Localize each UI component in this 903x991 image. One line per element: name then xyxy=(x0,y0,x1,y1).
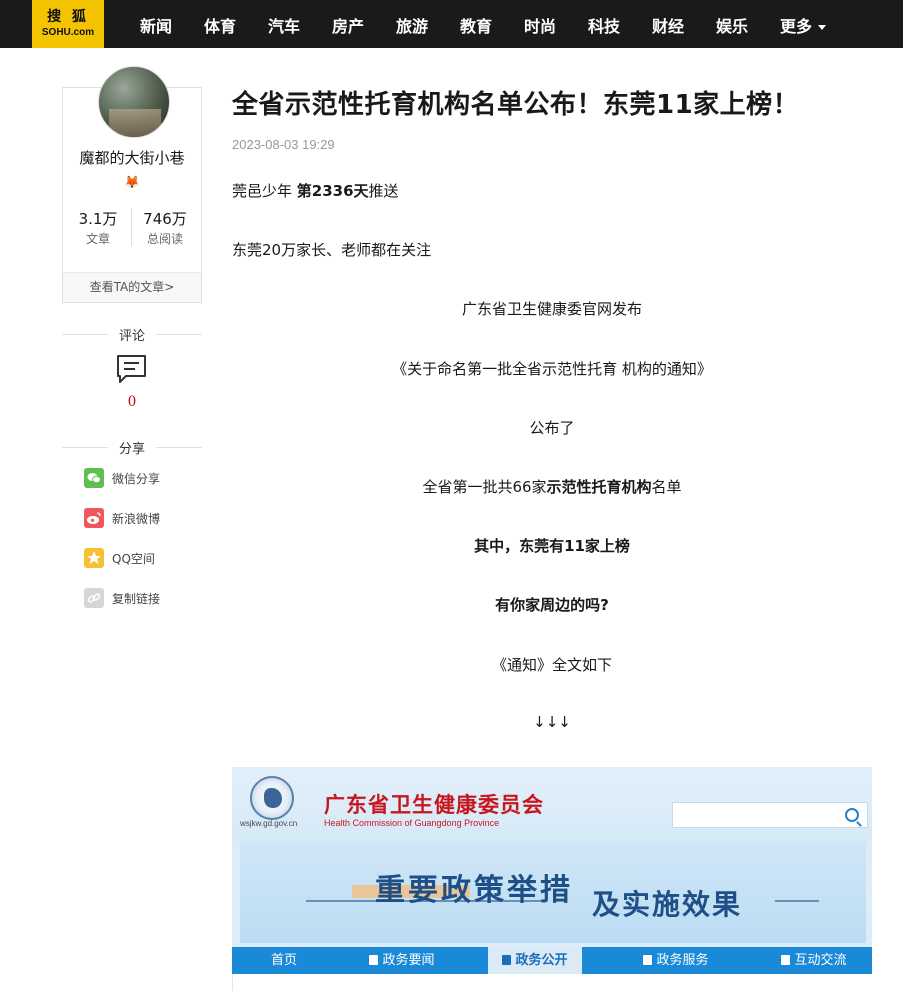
comment-section-title: 评论 xyxy=(62,325,202,344)
article-paragraph: 《通知》全文如下 xyxy=(491,656,612,674)
qzone-icon xyxy=(84,548,104,568)
gov-nav-home: 首页 xyxy=(270,953,297,968)
news-icon xyxy=(369,955,379,965)
document-icon xyxy=(502,955,512,965)
para-text: 全省第一批共66家 xyxy=(422,478,547,496)
nav-item-auto[interactable]: 汽车 xyxy=(268,13,300,37)
gov-nav-news: 政务要闻 xyxy=(352,947,452,974)
gov-banner: 重要政策举措 及实施效果 xyxy=(240,841,866,943)
gov-nav-public-label: 政务公开 xyxy=(515,953,568,968)
nav-item-tech[interactable]: 科技 xyxy=(588,13,620,37)
fox-badge-icon: 🦊 xyxy=(124,175,140,189)
article-paragraph: 有你家周边的吗? xyxy=(495,596,609,614)
article-paragraph: 广东省卫生健康委官网发布 xyxy=(461,300,642,318)
stat-reads-value: 746万 xyxy=(143,210,187,228)
nav-item-news[interactable]: 新闻 xyxy=(140,13,172,37)
gov-nav-interaction: 互动交流 xyxy=(764,947,864,974)
article-image-gov-website: wsjkw.gd.gov.cn 广东省卫生健康委员会 Health Commis… xyxy=(232,767,872,991)
nav-more-label: 更多 xyxy=(780,17,813,36)
article-paragraph: 《关于命名第一批全省示范性托育 机构的通知》 xyxy=(392,360,712,378)
down-arrows: ↓↓↓ xyxy=(533,713,571,731)
top-navigation-bar: 搜 狐 SOHU.com 新闻 体育 汽车 房产 旅游 教育 时尚 科技 财经 … xyxy=(0,0,903,48)
article-paragraph: 东莞20万家长、老师都在关注 xyxy=(232,241,432,259)
comment-icon[interactable] xyxy=(116,354,147,384)
nav-item-sports[interactable]: 体育 xyxy=(204,13,236,37)
para-bold-text: 第2336天 xyxy=(296,182,369,200)
share-qzone-label: QQ空间 xyxy=(112,552,155,566)
weibo-icon xyxy=(84,508,104,528)
logo-text-en: SOHU.com xyxy=(41,27,95,38)
gov-site-domain: wsjkw.gd.gov.cn xyxy=(240,819,298,828)
nav-more-dropdown[interactable]: 更多 xyxy=(780,13,827,37)
stat-reads-label: 总阅读 xyxy=(146,232,183,246)
article-date: 2023-08-03 19:29 xyxy=(232,137,335,152)
author-name[interactable]: 魔都的大街小巷 xyxy=(62,147,202,168)
sohu-logo[interactable]: 搜 狐 SOHU.com xyxy=(32,0,104,48)
gov-site-body xyxy=(232,974,872,991)
services-icon xyxy=(643,955,653,965)
para-bold-text: 示范性托育机构 xyxy=(546,478,652,496)
article-paragraph: 全省第一批共66家示范性托育机构名单 xyxy=(232,476,872,497)
gov-nav-public-affairs: 政务公开 xyxy=(488,947,582,974)
share-weibo-label: 新浪微博 xyxy=(112,512,161,526)
para-text: 名单 xyxy=(651,478,682,496)
share-section-title: 分享 xyxy=(62,438,202,457)
gov-nav-services-label: 政务服务 xyxy=(656,953,709,968)
stat-articles-label: 文章 xyxy=(85,232,110,246)
gov-site-header: wsjkw.gd.gov.cn 广东省卫生健康委员会 Health Commis… xyxy=(232,767,872,841)
nav-item-finance[interactable]: 财经 xyxy=(652,13,684,37)
gov-nav-interaction-label: 互动交流 xyxy=(794,953,847,968)
gov-emblem-icon xyxy=(250,776,294,820)
search-icon xyxy=(845,808,859,822)
gov-search-box xyxy=(672,802,868,828)
link-icon xyxy=(84,588,104,608)
wechat-icon xyxy=(84,468,104,488)
gov-org-name-cn: 广东省卫生健康委员会 xyxy=(324,793,544,817)
article-title: 全省示范性托育机构名单公布！东莞11家上榜！ xyxy=(232,90,800,120)
nav-item-fashion[interactable]: 时尚 xyxy=(524,13,556,37)
copy-link-label: 复制链接 xyxy=(112,592,161,606)
nav-item-entertainment[interactable]: 娱乐 xyxy=(716,13,748,37)
view-author-articles-link[interactable]: 查看TA的文章> xyxy=(63,272,201,302)
article-paragraph: 公布了 xyxy=(529,419,575,437)
chevron-down-icon xyxy=(818,25,827,30)
nav-item-education[interactable]: 教育 xyxy=(460,13,492,37)
banner-line xyxy=(775,900,819,902)
para-text: 莞邑少年 xyxy=(232,182,297,200)
nav-item-realestate[interactable]: 房产 xyxy=(332,13,364,37)
chat-icon xyxy=(781,955,791,965)
gov-nav-services: 政务服务 xyxy=(626,947,726,974)
logo-text-cn: 搜 狐 xyxy=(47,9,89,25)
article-paragraph: 莞邑少年 第2336天推送 xyxy=(232,180,399,201)
gov-site-nav: 首页 政务要闻 政务公开 政务服务 互动交流 xyxy=(232,947,872,974)
article-paragraph: 其中，东莞有11家上榜 xyxy=(474,537,630,555)
para-text: 推送 xyxy=(368,182,399,200)
gov-nav-news-label: 政务要闻 xyxy=(382,953,435,968)
share-wechat-label: 微信分享 xyxy=(112,472,161,486)
banner-main-text: 重要政策举措 xyxy=(375,873,573,908)
stat-articles-value: 3.1万 xyxy=(78,210,118,228)
nav-item-travel[interactable]: 旅游 xyxy=(396,13,428,37)
avatar[interactable] xyxy=(98,66,170,138)
banner-sub-text: 及实施效果 xyxy=(592,888,743,921)
gov-org-name-en: Health Commission of Guangdong Province xyxy=(324,818,500,828)
comment-count[interactable]: 0 xyxy=(62,393,202,411)
